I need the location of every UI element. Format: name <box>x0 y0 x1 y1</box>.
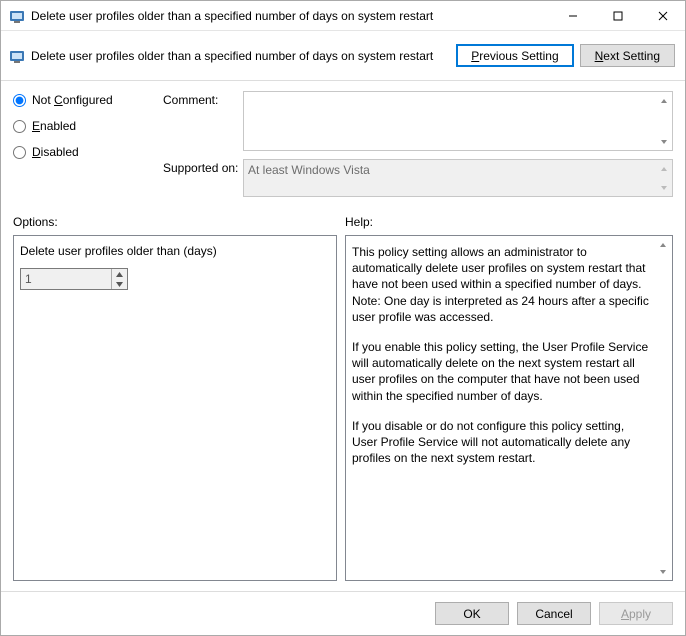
window-controls <box>550 1 685 30</box>
help-p3: If you disable or do not configure this … <box>352 418 652 467</box>
dialog-body: Not Configured Enabled Disabled Comment: <box>1 81 685 591</box>
help-pane: This policy setting allows an administra… <box>345 235 673 581</box>
next-setting-button[interactable]: Next Setting <box>580 44 675 67</box>
days-option-label: Delete user profiles older than (days) <box>20 244 330 258</box>
radio-disabled[interactable]: Disabled <box>13 145 163 159</box>
days-value[interactable]: 1 <box>21 272 111 286</box>
dialog-window: Delete user profiles older than a specif… <box>0 0 686 636</box>
radio-enabled-input[interactable] <box>13 120 26 133</box>
spinner-up-icon[interactable] <box>112 269 127 279</box>
state-radios: Not Configured Enabled Disabled <box>13 91 163 197</box>
spinner-down-icon[interactable] <box>112 279 127 289</box>
footer: OK Cancel Apply <box>1 591 685 635</box>
scroll-down-icon[interactable] <box>654 563 671 580</box>
help-p2: If you enable this policy setting, the U… <box>352 339 652 404</box>
radio-not-configured-input[interactable] <box>13 94 26 107</box>
scroll-down-icon[interactable] <box>655 133 672 150</box>
scroll-up-icon <box>655 160 672 177</box>
days-spinner[interactable]: 1 <box>20 268 128 290</box>
supported-value: At least Windows Vista <box>248 163 370 177</box>
help-section-label: Help: <box>345 215 373 229</box>
titlebar: Delete user profiles older than a specif… <box>1 1 685 31</box>
cancel-button[interactable]: Cancel <box>517 602 591 625</box>
apply-button: Apply <box>599 602 673 625</box>
previous-setting-button[interactable]: Previous Setting <box>456 44 573 67</box>
scroll-up-icon[interactable] <box>654 236 671 253</box>
scroll-up-icon[interactable] <box>655 92 672 109</box>
header-bar: Delete user profiles older than a specif… <box>1 31 685 81</box>
close-button[interactable] <box>640 1 685 30</box>
policy-icon <box>9 48 25 64</box>
maximize-button[interactable] <box>595 1 640 30</box>
policy-icon <box>9 8 25 24</box>
radio-disabled-input[interactable] <box>13 146 26 159</box>
comment-label: Comment: <box>163 91 243 151</box>
help-p1: This policy setting allows an administra… <box>352 244 652 325</box>
header-title: Delete user profiles older than a specif… <box>31 49 450 63</box>
comment-field[interactable] <box>243 91 673 151</box>
supported-label: Supported on: <box>163 159 243 197</box>
options-pane: Delete user profiles older than (days) 1 <box>13 235 337 581</box>
ok-button[interactable]: OK <box>435 602 509 625</box>
supported-field: At least Windows Vista <box>243 159 673 197</box>
minimize-button[interactable] <box>550 1 595 30</box>
scroll-down-icon <box>655 179 672 196</box>
options-section-label: Options: <box>13 215 345 229</box>
radio-not-configured[interactable]: Not Configured <box>13 93 163 107</box>
radio-enabled[interactable]: Enabled <box>13 119 163 133</box>
help-text: This policy setting allows an administra… <box>352 244 652 466</box>
spinner-arrows <box>111 269 127 289</box>
window-title: Delete user profiles older than a specif… <box>31 9 550 23</box>
